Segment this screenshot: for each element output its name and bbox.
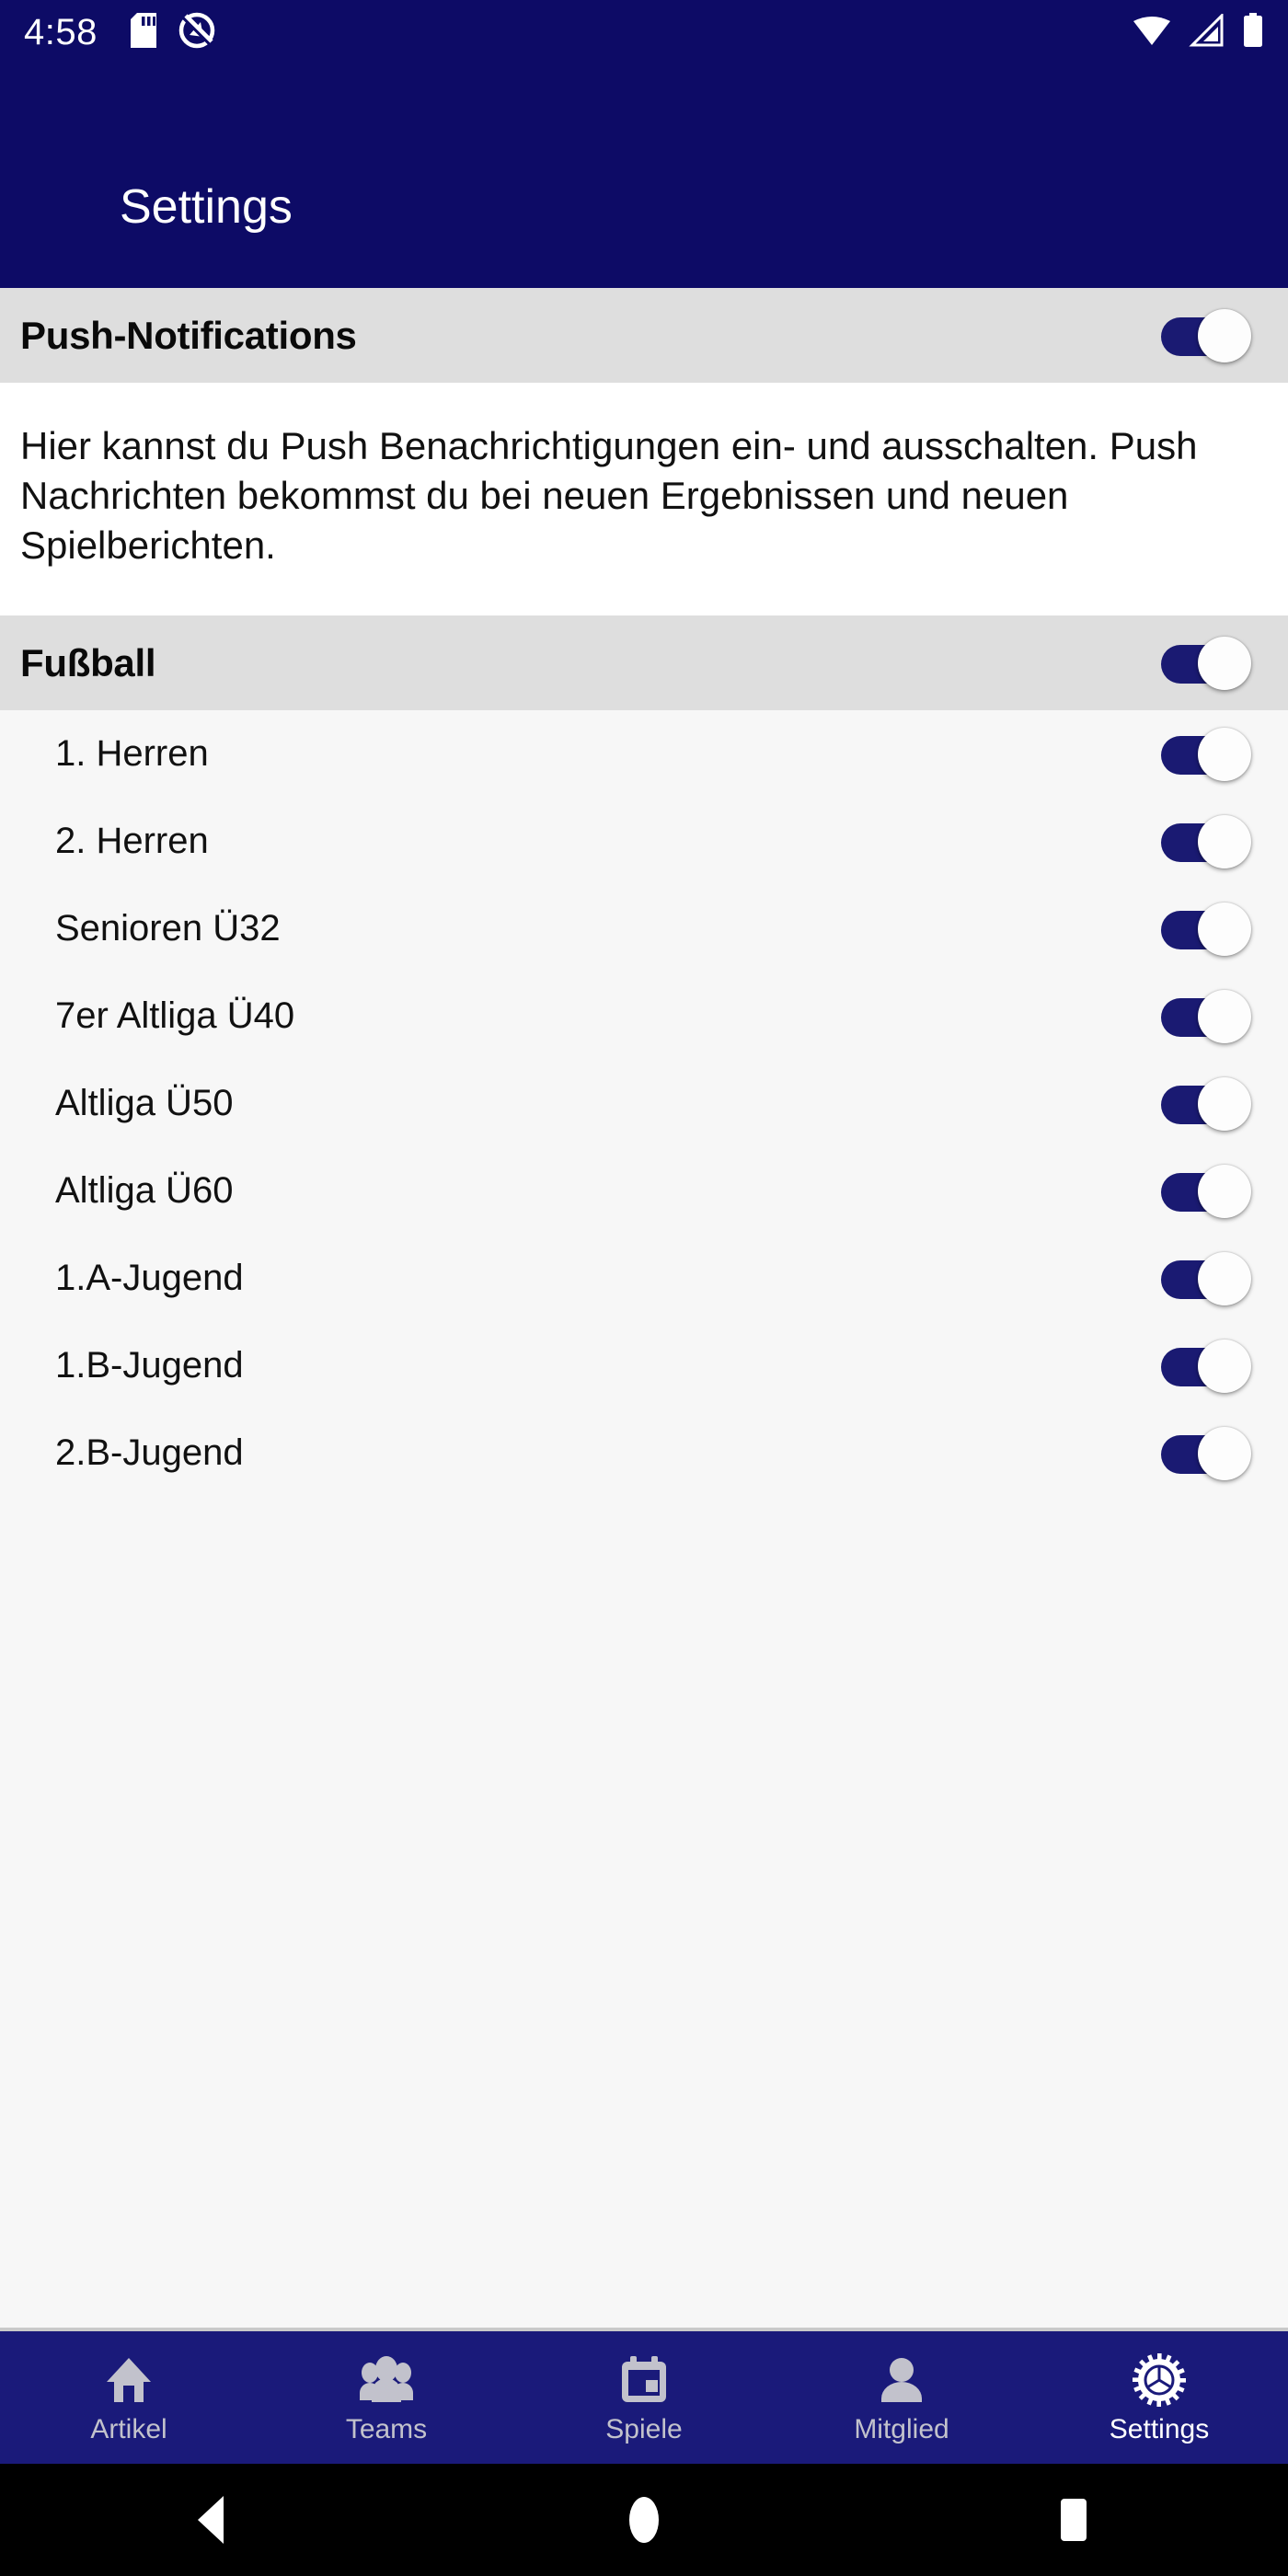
app-bar: Settings bbox=[0, 64, 1288, 288]
team-toggle[interactable] bbox=[1161, 814, 1251, 868]
phone-screen: 4:58 Settings Push-Notifications Hier ka… bbox=[0, 0, 1288, 2576]
do-not-disturb-icon bbox=[178, 12, 215, 53]
nav-item-teams[interactable]: Teams bbox=[258, 2331, 515, 2464]
push-notifications-toggle[interactable] bbox=[1161, 308, 1251, 362]
team-label: 7er Altliga Ü40 bbox=[55, 995, 295, 1037]
nav-label: Settings bbox=[1109, 2414, 1210, 2444]
page-title: Settings bbox=[120, 180, 293, 234]
nav-label: Spiele bbox=[605, 2414, 683, 2444]
team-row[interactable]: 1.B-Jugend bbox=[0, 1322, 1288, 1409]
team-toggle[interactable] bbox=[1161, 1251, 1251, 1305]
team-label: Senioren Ü32 bbox=[55, 908, 281, 949]
team-list: 1. Herren 2. Herren Senioren Ü32 7er Altlig… bbox=[0, 710, 1288, 2328]
toggle-thumb bbox=[1198, 1251, 1251, 1305]
nav-item-settings[interactable]: Settings bbox=[1030, 2331, 1288, 2464]
nav-label: Artikel bbox=[90, 2414, 167, 2444]
home-icon bbox=[103, 2352, 155, 2409]
status-bar-left-icons bbox=[130, 12, 215, 53]
team-row[interactable]: 1. Herren bbox=[0, 710, 1288, 798]
back-button[interactable] bbox=[122, 2494, 306, 2546]
push-notifications-label: Push-Notifications bbox=[20, 313, 357, 357]
person-icon bbox=[876, 2352, 927, 2409]
toggle-thumb bbox=[1198, 636, 1251, 690]
team-row[interactable]: 2. Herren bbox=[0, 798, 1288, 885]
nav-label: Teams bbox=[345, 2414, 428, 2444]
team-label: 2. Herren bbox=[55, 821, 209, 862]
team-label: 1.B-Jugend bbox=[55, 1345, 244, 1386]
people-icon bbox=[358, 2352, 415, 2409]
nav-item-mitglied[interactable]: Mitglied bbox=[773, 2331, 1030, 2464]
team-label: 2.B-Jugend bbox=[55, 1432, 244, 1474]
team-toggle[interactable] bbox=[1161, 1164, 1251, 1218]
team-toggle[interactable] bbox=[1161, 1076, 1251, 1131]
status-bar: 4:58 bbox=[0, 0, 1288, 64]
team-toggle[interactable] bbox=[1161, 989, 1251, 1043]
recents-button[interactable] bbox=[982, 2494, 1166, 2546]
status-bar-right-icons bbox=[1132, 11, 1264, 52]
team-toggle[interactable] bbox=[1161, 727, 1251, 781]
battery-icon bbox=[1242, 12, 1264, 52]
toggle-thumb bbox=[1198, 814, 1251, 868]
team-label: 1. Herren bbox=[55, 733, 209, 775]
team-row[interactable]: 7er Altliga Ü40 bbox=[0, 972, 1288, 1060]
team-label: Altliga Ü60 bbox=[55, 1170, 234, 1212]
nav-item-artikel[interactable]: Artikel bbox=[0, 2331, 258, 2464]
nav-item-spiele[interactable]: Spiele bbox=[515, 2331, 773, 2464]
team-label: Altliga Ü50 bbox=[55, 1083, 234, 1124]
toggle-thumb bbox=[1198, 727, 1251, 781]
team-row[interactable]: Altliga Ü60 bbox=[0, 1147, 1288, 1235]
team-label: 1.A-Jugend bbox=[55, 1258, 244, 1299]
team-row[interactable]: Senioren Ü32 bbox=[0, 885, 1288, 972]
android-system-navigation bbox=[0, 2464, 1288, 2576]
toggle-thumb bbox=[1198, 1339, 1251, 1393]
football-toggle[interactable] bbox=[1161, 636, 1251, 690]
gear-icon bbox=[1133, 2352, 1186, 2409]
football-label: Fußball bbox=[20, 640, 156, 684]
push-notifications-section-header: Push-Notifications bbox=[0, 288, 1288, 383]
push-notifications-description-block: Hier kannst du Push Benachrichtigungen e… bbox=[0, 383, 1288, 616]
toggle-thumb bbox=[1198, 1076, 1251, 1131]
team-toggle[interactable] bbox=[1161, 1426, 1251, 1480]
sd-card-icon bbox=[130, 12, 156, 52]
push-notifications-description: Hier kannst du Push Benachrichtigungen e… bbox=[20, 424, 1198, 567]
wifi-icon bbox=[1132, 14, 1172, 52]
toggle-thumb bbox=[1198, 308, 1251, 362]
team-row[interactable]: Altliga Ü50 bbox=[0, 1060, 1288, 1147]
toggle-thumb bbox=[1198, 902, 1251, 956]
team-toggle[interactable] bbox=[1161, 902, 1251, 956]
bottom-navigation-bar: Artikel Teams Spiele Mitglied Settings bbox=[0, 2328, 1288, 2464]
toggle-thumb bbox=[1198, 1164, 1251, 1218]
team-row[interactable]: 1.A-Jugend bbox=[0, 1235, 1288, 1322]
toggle-thumb bbox=[1198, 989, 1251, 1043]
nav-label: Mitglied bbox=[854, 2414, 949, 2444]
cellular-signal-icon bbox=[1189, 11, 1225, 52]
calendar-icon bbox=[618, 2352, 670, 2409]
football-section-header: Fußball bbox=[0, 615, 1288, 711]
team-row[interactable]: 2.B-Jugend bbox=[0, 1409, 1288, 1497]
home-button[interactable] bbox=[552, 2494, 736, 2546]
toggle-thumb bbox=[1198, 1426, 1251, 1480]
status-bar-clock: 4:58 bbox=[24, 12, 98, 52]
team-toggle[interactable] bbox=[1161, 1339, 1251, 1393]
